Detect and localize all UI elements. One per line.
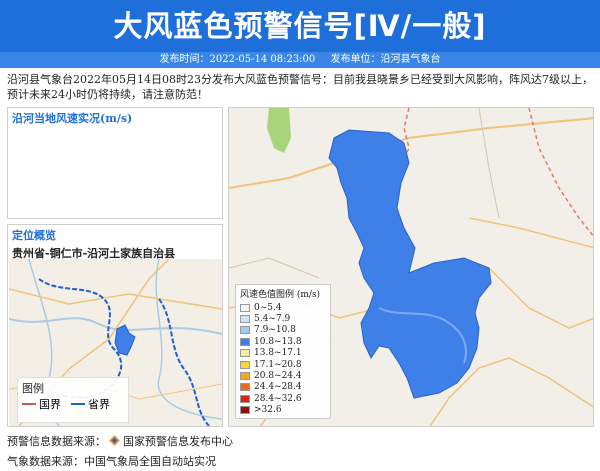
color-legend-item: 20.8~24.4: [240, 370, 326, 381]
color-swatch: [240, 349, 250, 358]
publish-time: 发布时间：2022-05-14 08:23:00: [159, 54, 316, 65]
location-overview-panel: 定位概览 贵州省-铜仁市-沿河土家族自治县 图例 国界 省界: [7, 224, 223, 427]
legend-label-province-border: 省界: [88, 398, 110, 411]
location-legend-title: 图例: [22, 382, 44, 395]
color-legend-label: 13.8~17.1: [254, 348, 302, 359]
province-border-line: [71, 403, 85, 405]
color-swatch: [240, 360, 250, 369]
color-swatch: [240, 326, 250, 335]
color-legend-label: 28.4~32.6: [254, 393, 302, 404]
weather-source-label: 气象数据来源：中国气象局全国自动站实况: [7, 455, 216, 468]
color-swatch: [240, 383, 250, 392]
color-swatch: [240, 394, 250, 403]
color-legend-label: 7.9~10.8: [254, 325, 296, 336]
color-legend-item: 7.9~10.8: [240, 325, 326, 336]
location-legend: 图例 国界 省界: [17, 377, 129, 423]
color-legend-label: 5.4~7.9: [254, 314, 291, 325]
color-legend-item: 0~5.4: [240, 302, 326, 313]
location-panel-title: 定位概览: [12, 229, 56, 242]
publish-meta-bar: 发布时间：2022-05-14 08:23:00 发布单位：沿河县气象台: [0, 52, 600, 68]
warning-source-label: 预警信息数据来源：: [7, 435, 106, 448]
color-legend-item: 10.8~13.8: [240, 336, 326, 347]
warning-title-banner: 大风蓝色预警信号[Ⅳ/一般]: [0, 0, 600, 52]
warning-source-link[interactable]: 国家预警信息发布中心: [123, 435, 233, 448]
color-legend-item: 24.4~28.4: [240, 382, 326, 393]
legend-label-national-border: 国界: [39, 398, 61, 411]
wind-speed-panel-title: 沿河当地风速实况(m/s): [12, 112, 133, 125]
color-legend-item: 17.1~20.8: [240, 359, 326, 370]
wind-speed-color-legend: 风速色值图例 (m/s) 0~5.4 5.4~7.9 7.9~10.8 10.8…: [235, 284, 331, 419]
weather-source-line: 气象数据来源：中国气象局全国自动站实况: [7, 453, 216, 469]
color-swatch: [240, 372, 250, 381]
color-legend-label: 20.8~24.4: [254, 371, 302, 382]
color-legend-item: 13.8~17.1: [240, 348, 326, 359]
wind-speed-panel: 沿河当地风速实况(m/s): [7, 107, 223, 219]
warning-source-line: 预警信息数据来源： 国家预警信息发布中心: [7, 433, 233, 449]
color-legend-item: 5.4~7.9: [240, 313, 326, 324]
color-legend-label: 17.1~20.8: [254, 359, 302, 370]
warning-title: 大风蓝色预警信号[Ⅳ/一般]: [113, 9, 487, 43]
color-legend-item: >32.6: [240, 405, 326, 416]
county-wind-map[interactable]: 风速色值图例 (m/s) 0~5.4 5.4~7.9 7.9~10.8 10.8…: [228, 107, 594, 427]
warning-center-logo-icon: [109, 435, 120, 446]
legend-item-national-border: 国界 省界: [22, 396, 124, 412]
color-swatch: [240, 315, 250, 324]
national-border-line: [22, 403, 36, 405]
warning-description: 沿河县气象台2022年05月14日08时23分发布大风蓝色预警信号：目前我县晓景…: [7, 73, 593, 101]
color-swatch: [240, 337, 250, 346]
color-legend-label: 0~5.4: [254, 302, 282, 313]
color-legend-label: >32.6: [254, 405, 282, 416]
color-legend-title: 风速色值图例 (m/s): [240, 290, 321, 300]
color-legend-item: 28.4~32.6: [240, 393, 326, 404]
color-legend-label: 10.8~13.8: [254, 336, 302, 347]
color-swatch: [240, 406, 250, 415]
color-swatch: [240, 303, 250, 312]
location-overview-map[interactable]: 图例 国界 省界: [9, 259, 222, 426]
publish-unit: 发布单位：沿河县气象台: [330, 54, 441, 65]
color-legend-label: 24.4~28.4: [254, 382, 302, 393]
